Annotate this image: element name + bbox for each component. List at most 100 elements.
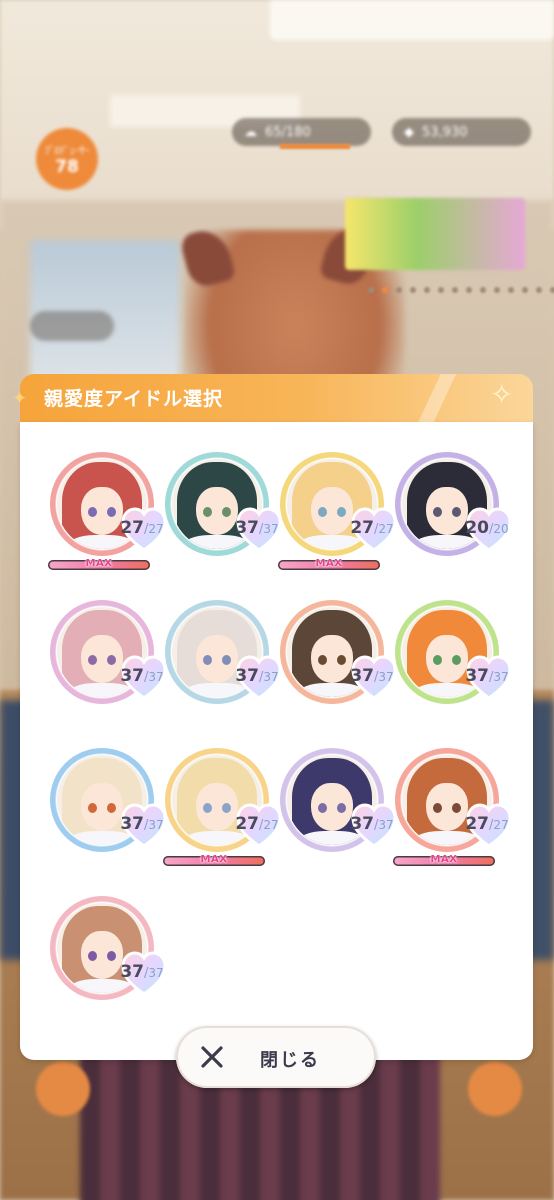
affection-max: 37 (378, 818, 394, 832)
page-dot (536, 287, 542, 293)
header-stripe (410, 374, 490, 422)
affection-current: 37 (350, 814, 374, 834)
portrait-eye (107, 951, 116, 961)
portrait-eye (107, 507, 116, 517)
affection-heart-badge: 37/37 (120, 950, 168, 998)
affection-count: 37/37 (227, 518, 287, 538)
stamina-counter: ☁ 65/180 (232, 118, 371, 146)
affection-count: 37/37 (112, 962, 172, 982)
max-badge-label: MAX (430, 854, 458, 865)
affection-heart-badge: 27/27 (235, 802, 283, 850)
affection-max: 37 (263, 522, 279, 536)
idol-card[interactable]: 37/37 (280, 600, 398, 720)
page-dot (452, 287, 458, 293)
sparkle-icon: ✧ (490, 378, 514, 411)
idol-card[interactable]: 37/37 (395, 600, 512, 720)
dialog-body: 27/27 MAX 37/37 27/27 MAX 20/20 37/37 37/37 37/3… (20, 422, 533, 1060)
gem-icon: ◆ (404, 124, 414, 140)
portrait-eye (88, 507, 97, 517)
idol-card[interactable]: 27/27 MAX (393, 748, 513, 868)
page-dot (480, 287, 486, 293)
affection-heart-badge: 27/27 (465, 802, 513, 850)
portrait-eye (433, 655, 442, 665)
producer-level-label: ﾌﾟﾛﾃﾞｭｰｻｰ (44, 145, 90, 157)
portrait-eye (337, 803, 346, 813)
portrait-eye (452, 803, 461, 813)
idol-card[interactable]: 27/27 MAX (48, 452, 167, 572)
affection-current: 27 (235, 814, 259, 834)
affection-max: 37 (148, 670, 164, 684)
affection-max: 37 (378, 670, 394, 684)
portrait-eye (222, 507, 231, 517)
producer-level-value: 78 (55, 156, 79, 177)
affection-count: 37/37 (112, 666, 172, 686)
dialog-title: 親愛度アイドル選択 (44, 388, 224, 410)
affection-max: 20 (493, 522, 509, 536)
portrait-eye (203, 507, 212, 517)
affection-max: 27 (148, 522, 164, 536)
portrait-eye (222, 803, 231, 813)
idol-card[interactable]: 27/27 MAX (278, 452, 398, 572)
page-dot (508, 287, 514, 293)
affection-count: 20/20 (457, 518, 517, 538)
max-affection-bar: MAX (393, 854, 495, 866)
affection-count: 37/37 (112, 814, 172, 834)
affection-current: 27 (350, 518, 374, 538)
max-badge-label: MAX (315, 558, 343, 569)
portrait-eye (452, 507, 461, 517)
dialog-header: ✦ 親愛度アイドル選択 ✧ (12, 374, 533, 422)
max-affection-bar: MAX (278, 558, 380, 570)
portrait-eye (88, 951, 97, 961)
bottom-left-button (36, 1062, 90, 1116)
idol-card[interactable]: 37/37 (50, 600, 167, 720)
max-affection-bar: MAX (163, 854, 265, 866)
affection-current: 37 (350, 666, 374, 686)
page-dot (550, 287, 554, 293)
gem-value: 53,930 (422, 124, 468, 140)
affection-count: 27/27 (342, 518, 402, 538)
portrait-eye (222, 655, 231, 665)
affection-max: 37 (148, 966, 164, 980)
affection-current: 37 (120, 814, 144, 834)
ceiling-light (270, 0, 554, 40)
affection-count: 37/37 (342, 814, 402, 834)
close-button-label: 閉じる (260, 1050, 320, 1071)
close-icon (201, 1046, 223, 1068)
portrait-eye (203, 803, 212, 813)
banner-page-dots (368, 287, 554, 293)
page-dot (368, 287, 374, 293)
affection-current: 27 (120, 518, 144, 538)
affection-count: 27/27 (112, 518, 172, 538)
idol-card[interactable]: 37/37 (165, 452, 283, 572)
affection-heart-badge: 37/37 (235, 506, 283, 554)
page-dot (466, 287, 472, 293)
portrait-eye (318, 655, 327, 665)
portrait-eye (88, 803, 97, 813)
portrait-eye (107, 803, 116, 813)
bottom-right-button (468, 1062, 522, 1116)
sparkle-icon: ✦ (12, 388, 28, 409)
portrait-eye (318, 803, 327, 813)
close-button[interactable]: 閉じる (176, 1026, 376, 1088)
gem-counter: ◆ 53,930 (392, 118, 531, 146)
stamina-icon: ☁ (244, 124, 257, 140)
idol-card[interactable]: 37/37 (50, 748, 167, 868)
affection-heart-badge: 37/37 (350, 802, 398, 850)
affection-max: 37 (263, 670, 279, 684)
producer-level-badge: ﾌﾟﾛﾃﾞｭｰｻｰ 78 (36, 128, 98, 190)
side-menu-pill (30, 311, 114, 341)
portrait-eye (107, 655, 116, 665)
idol-card[interactable]: 37/37 (280, 748, 398, 868)
affection-current: 20 (465, 518, 489, 538)
portrait-eye (433, 803, 442, 813)
idol-card[interactable]: 20/20 (395, 452, 512, 572)
affection-count: 37/37 (342, 666, 402, 686)
idol-card[interactable]: 37/37 (165, 600, 282, 720)
affection-current: 37 (120, 962, 144, 982)
affection-heart-badge: 37/37 (350, 654, 398, 702)
idol-card[interactable]: 37/37 (50, 896, 168, 1016)
idol-card[interactable]: 27/27 MAX (163, 748, 283, 868)
affection-max: 37 (493, 670, 509, 684)
affection-heart-badge: 27/27 (350, 506, 398, 554)
affection-current: 37 (120, 666, 144, 686)
